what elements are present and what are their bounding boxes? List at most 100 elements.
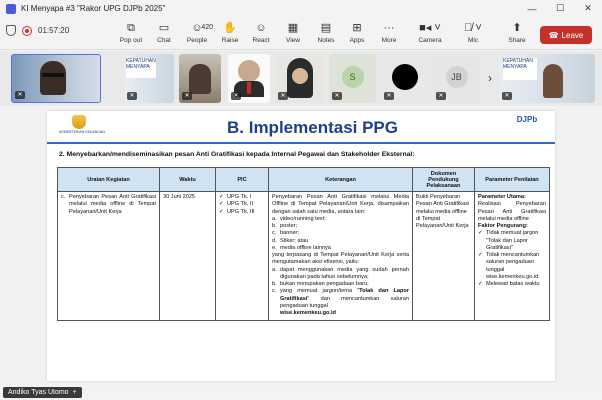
mic-icon: 🎙̸ ˅ — [464, 22, 482, 34]
cell-dokumen: Bukti Penyebaran Pesan Anti Gratifikasi … — [412, 191, 475, 321]
list-item: media offline lainnya — [280, 244, 331, 251]
chat-button[interactable]: ▭ Chat — [148, 21, 180, 44]
tie-graphic — [247, 82, 251, 94]
pengurang-item: Melewati batas waktu — [486, 281, 540, 288]
pic-item: UPG Tk. I — [227, 194, 252, 200]
participant-tile[interactable]: S ✕ — [329, 54, 376, 103]
presenter-label[interactable]: Andiko Tyas Utomo + — [3, 387, 82, 398]
mic-off-icon: ✕ — [384, 92, 394, 100]
mic-button[interactable]: 🎙̸ ˅ Mic — [457, 21, 489, 44]
mic-off-icon: ✕ — [332, 92, 342, 100]
list-marker: e. — [272, 244, 277, 251]
participant-strip: ✕ KEPATUHAN MENYAPA ✕ ✕ ✕ ✕ S ✕ ✕ JB ✕ › … — [0, 51, 602, 106]
people-count: 420 — [201, 24, 214, 31]
recording-icon — [22, 25, 32, 36]
minimize-button[interactable]: — — [518, 0, 546, 17]
shared-slide: KEMENTERIAN KEUANGAN B. Implementasi PPG… — [47, 111, 555, 381]
chat-icon: ▭ — [158, 22, 170, 34]
people-label: People — [186, 37, 208, 44]
wise-url: wise.kemenkeu.go.id — [280, 310, 336, 317]
list-item: banner; — [280, 230, 299, 237]
participant-tile[interactable]: KEPATUHAN MENYAPA ✕ — [499, 54, 595, 103]
share-button[interactable]: ⬆ Share — [501, 21, 533, 44]
param-pengurang-label: Faktor Pengurang: — [478, 223, 528, 230]
view-button[interactable]: ▦ View — [277, 21, 309, 44]
check-icon: ✓ — [219, 208, 224, 215]
header-keterangan: Keterangan — [268, 167, 413, 192]
react-label: React — [252, 37, 270, 44]
apps-button[interactable]: ⊞ Apps — [341, 21, 373, 44]
headset-icon — [42, 73, 64, 77]
check-icon: ✓ — [478, 281, 483, 288]
participant-tile[interactable]: ✕ — [275, 54, 325, 103]
popout-icon: ⧉ — [127, 22, 135, 34]
list-marker: a. — [272, 215, 277, 222]
meeting-toolbar: 01:57:20 ⧉ Pop out ▭ Chat ☺ 420 People ✋ … — [0, 17, 602, 50]
window-title: KI Menyapa #3 "Rakor UPG DJPb 2025" — [21, 4, 166, 13]
participant-person — [543, 64, 563, 98]
meeting-status: 01:57:20 — [6, 25, 69, 36]
kemenkeu-crest-icon — [72, 115, 86, 129]
presenter-name: Andiko Tyas Utomo — [8, 389, 69, 396]
pic-item: UPG Tk. II — [227, 201, 254, 208]
participant-initials: JB — [445, 65, 468, 88]
camera-button[interactable]: ■◂ ˅ Camera — [414, 21, 446, 44]
more-button[interactable]: ··· More — [373, 21, 405, 44]
check-icon: ✓ — [478, 230, 483, 237]
header-uraian: Uraian Kegiatan — [57, 167, 160, 192]
chevron-right-icon[interactable]: › — [488, 71, 492, 85]
smiley-icon: ☺ — [255, 22, 267, 34]
view-label: View — [286, 37, 300, 44]
participant-tile[interactable]: ✕ — [228, 54, 270, 103]
participant-face — [292, 68, 308, 84]
cell-waktu: 30 Juni 2025 — [159, 191, 216, 321]
section-heading: 2. Menyebarkan/mendiseminasikan pesan An… — [59, 151, 415, 158]
kemenkeu-caption: KEMENTERIAN KEUANGAN — [59, 130, 105, 134]
share-icon: ⬆ — [512, 22, 522, 34]
notes-icon: ▤ — [320, 22, 332, 34]
djpb-mark: DJPb — [516, 115, 538, 124]
participant-tile[interactable]: ✕ — [381, 54, 428, 103]
react-button[interactable]: ☺ React — [245, 21, 277, 44]
view-grid-icon: ▦ — [287, 22, 299, 34]
leave-label: Leave — [561, 30, 584, 40]
keterangan-intro: Penyebaran Pesan Anti Gratifikasi melalu… — [272, 194, 409, 215]
mic-off-icon: ✕ — [436, 92, 446, 100]
cell-parameter: Parameter Utama: Realisasi Penyebaran Pe… — [474, 191, 550, 321]
close-window-button[interactable]: ✕ — [574, 0, 602, 17]
camera-icon: ■◂ ˅ — [419, 22, 441, 34]
list-marker: c. — [272, 230, 277, 237]
participant-tile[interactable]: ✕ — [179, 54, 221, 103]
participant-video: KEPATUHAN MENYAPA — [126, 58, 156, 78]
popout-button[interactable]: ⧉ Pop out — [115, 21, 147, 44]
uraian-text: Penyebaran Pesan Anti Gratifikasi melalu… — [69, 194, 156, 215]
shield-icon[interactable] — [6, 25, 16, 36]
list-marker: b. — [272, 281, 277, 288]
list-item: yang memuat jargon/tema "Tolak dan Lapor… — [280, 288, 409, 317]
participant-avatar — [392, 64, 418, 90]
people-button[interactable]: ☺ 420 People — [181, 21, 213, 44]
teams-app-icon — [6, 3, 16, 14]
expand-icon: + — [72, 389, 77, 396]
raise-label: Raise — [221, 37, 239, 44]
bottom-bar: Andiko Tyas Utomo + — [0, 385, 602, 400]
raise-hand-icon: ✋ — [223, 22, 237, 34]
maximize-button[interactable]: ☐ — [546, 0, 574, 17]
people-icon: ☺ 420 — [191, 22, 214, 34]
share-label: Share — [508, 37, 526, 44]
pic-item: UPG Tk. III — [227, 208, 255, 215]
param-utama-label: Parameter Utama: — [478, 194, 526, 200]
participant-tile[interactable]: KEPATUHAN MENYAPA ✕ — [124, 54, 174, 103]
participant-tile[interactable]: JB ✕ — [433, 54, 480, 103]
header-divider — [47, 142, 555, 144]
list-item: video/running text; — [280, 215, 326, 222]
raise-hand-button[interactable]: ✋ Raise — [214, 21, 246, 44]
check-icon: ✓ — [478, 252, 483, 259]
leave-button[interactable]: ☎ Leave — [540, 26, 592, 44]
notes-button[interactable]: ▤ Notes — [310, 21, 342, 44]
header-dokumen: Dokumen Pendukung Pelaksanaan — [412, 167, 475, 192]
cell-uraian: c. Penyebaran Pesan Anti Gratifikasi mela… — [57, 191, 160, 321]
participant-tile[interactable]: ✕ — [11, 54, 101, 103]
mic-off-icon: ✕ — [15, 91, 25, 99]
cell-pic: ✓ UPG Tk. I ✓ UPG Tk. II ✓ UPG Tk. III — [215, 191, 269, 321]
